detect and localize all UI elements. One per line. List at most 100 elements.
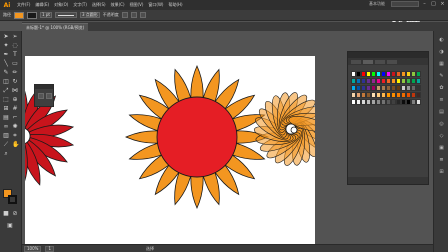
color-swatch[interactable] (416, 92, 421, 98)
tab-symbols[interactable] (387, 59, 397, 64)
eraser-tool-icon[interactable]: ◫ (3, 79, 9, 85)
rectangle-tool-icon[interactable]: ▭ (12, 61, 18, 67)
zoom-level[interactable]: 100% (24, 245, 42, 252)
mini-panel-button[interactable] (46, 93, 52, 99)
fill-color-swatch[interactable] (14, 11, 24, 19)
menu-type[interactable]: 文字(T) (72, 2, 88, 8)
swatch-row (351, 99, 427, 105)
tab-swatches[interactable] (363, 59, 373, 64)
free-transform-tool-icon[interactable]: ⬚ (3, 97, 9, 103)
selection-type-label: 路径 (3, 12, 11, 17)
graphic-styles-icon[interactable]: ▣ (438, 145, 445, 151)
mini-panel-header[interactable] (35, 85, 53, 89)
floating-mini-panel (34, 84, 54, 107)
slice-tool-icon[interactable]: ⟋ (3, 142, 9, 148)
paintbrush-tool-icon[interactable]: ✎ (3, 70, 9, 76)
mini-panel-button[interactable] (38, 93, 44, 99)
transparency-icon[interactable]: ◎ (438, 121, 445, 127)
artboard-tool-icon[interactable]: ⌗ (12, 133, 18, 139)
zoom-tool-icon[interactable]: ⌕ (3, 151, 9, 157)
menu-help[interactable]: 帮助(H) (167, 2, 183, 8)
rotate-tool-icon[interactable]: ↻ (12, 79, 18, 85)
workspace-switcher[interactable]: 基本功能 (369, 1, 385, 7)
menu-select[interactable]: 选择(S) (91, 2, 107, 8)
direct-selection-tool-icon[interactable]: ➢ (12, 34, 18, 40)
symbols-icon[interactable]: ✿ (438, 85, 445, 91)
color-swatch[interactable] (416, 71, 421, 77)
current-tool-label: 选择 (145, 245, 154, 251)
swatch-row (351, 85, 427, 91)
swatch-grid (351, 71, 427, 106)
graph-tool-icon[interactable]: ▥ (3, 133, 9, 139)
menu-view[interactable]: 视图(V) (129, 2, 145, 8)
opacity-label[interactable]: 不透明度 (103, 12, 119, 18)
menu-object[interactable]: 对象(O) (53, 2, 69, 8)
layers-icon[interactable]: ≣ (438, 157, 445, 163)
control-bar: 路径 1 pt 3 点圆形 不透明度 (0, 10, 448, 21)
color-swatch[interactable] (416, 85, 421, 91)
color-panel-icon[interactable]: ◐ (438, 37, 445, 43)
type-tool-icon[interactable]: T (12, 52, 18, 58)
close-button[interactable]: × (439, 1, 446, 7)
swatch-row (351, 71, 427, 77)
search-input[interactable] (391, 1, 419, 7)
color-mode-icon[interactable]: ■ (3, 211, 9, 217)
stroke-indicator[interactable] (8, 195, 17, 204)
color-swatch[interactable] (416, 99, 421, 105)
document-tab[interactable]: 未标题-1* @ 100% (RGB/预览) (22, 23, 89, 31)
artboard[interactable] (25, 56, 315, 247)
right-panel-strip: ◐ ◑ ▦ ✎ ✿ ≡ ▤ ◎ ◇ ▣ ≣ ⊞ (433, 31, 448, 252)
appearance-icon[interactable]: ◇ (438, 133, 445, 139)
stroke-weight-field[interactable]: 1 pt (40, 12, 52, 18)
swatches-icon[interactable]: ▦ (438, 61, 445, 67)
menu-edit[interactable]: 编辑(E) (34, 2, 50, 8)
symbol-sprayer-tool-icon[interactable]: ✺ (12, 124, 18, 130)
minimize-button[interactable]: – (421, 1, 428, 7)
style-icon[interactable] (121, 12, 128, 18)
gradient-tool-icon[interactable]: ▤ (3, 115, 9, 121)
color-swatch[interactable] (416, 78, 421, 84)
status-bar: 100% 1 选择 (22, 244, 433, 252)
pen-tool-icon[interactable]: ✒ (3, 52, 9, 58)
menu-right: 基本功能 – □ × (369, 1, 446, 7)
blend-tool-icon[interactable]: ∞ (3, 124, 9, 130)
panel-tabs (348, 58, 428, 65)
menu-effect[interactable]: 效果(C) (110, 2, 126, 8)
lasso-tool-icon[interactable]: ◌ (12, 43, 18, 49)
swatches-panel (347, 51, 429, 185)
swatch-row (351, 78, 427, 84)
transform-icon[interactable] (139, 12, 146, 18)
color-guide-icon[interactable]: ◑ (438, 49, 445, 55)
magic-wand-tool-icon[interactable]: ✦ (3, 43, 9, 49)
menu-items: 文件(F) 编辑(E) 对象(O) 文字(T) 选择(S) 效果(C) 视图(V… (16, 2, 184, 8)
artboard-navigator[interactable]: 1 (45, 245, 54, 252)
scale-tool-icon[interactable]: ⤢ (3, 88, 9, 94)
tab-brushes[interactable] (375, 59, 385, 64)
perspective-grid-tool-icon[interactable]: ⊞ (3, 106, 9, 112)
app-logo: Ai (0, 0, 14, 10)
artboards-icon[interactable]: ⊞ (438, 169, 445, 175)
stroke-color-swatch[interactable] (27, 11, 37, 19)
none-mode-icon[interactable]: ⊘ (12, 211, 18, 217)
variable-width-profile[interactable] (54, 12, 77, 18)
selection-tool-icon[interactable]: ➤ (3, 34, 9, 40)
menu-file[interactable]: 文件(F) (16, 2, 31, 8)
width-tool-icon[interactable]: ⋈ (12, 88, 18, 94)
shape-builder-tool-icon[interactable]: ⊕ (12, 97, 18, 103)
gradient-icon[interactable]: ▤ (438, 109, 445, 115)
swatch-row (351, 92, 427, 98)
mesh-tool-icon[interactable]: # (12, 106, 18, 112)
maximize-button[interactable]: □ (430, 1, 437, 7)
align-icon[interactable] (130, 12, 137, 18)
panel-footer (348, 177, 428, 184)
line-tool-icon[interactable]: ╲ (3, 61, 9, 67)
menu-window[interactable]: 窗口(W) (147, 2, 164, 8)
tab-color[interactable] (351, 59, 361, 64)
pencil-tool-icon[interactable]: ✏ (12, 70, 18, 76)
brushes-icon[interactable]: ✎ (438, 73, 445, 79)
brush-definition[interactable]: 3 点圆形 (79, 12, 100, 18)
stroke-icon[interactable]: ≡ (438, 97, 445, 103)
eyedropper-tool-icon[interactable]: ⌐ (12, 115, 18, 121)
hand-tool-icon[interactable]: ✋ (12, 142, 19, 148)
screen-mode-icon[interactable]: ▣ (7, 223, 13, 229)
